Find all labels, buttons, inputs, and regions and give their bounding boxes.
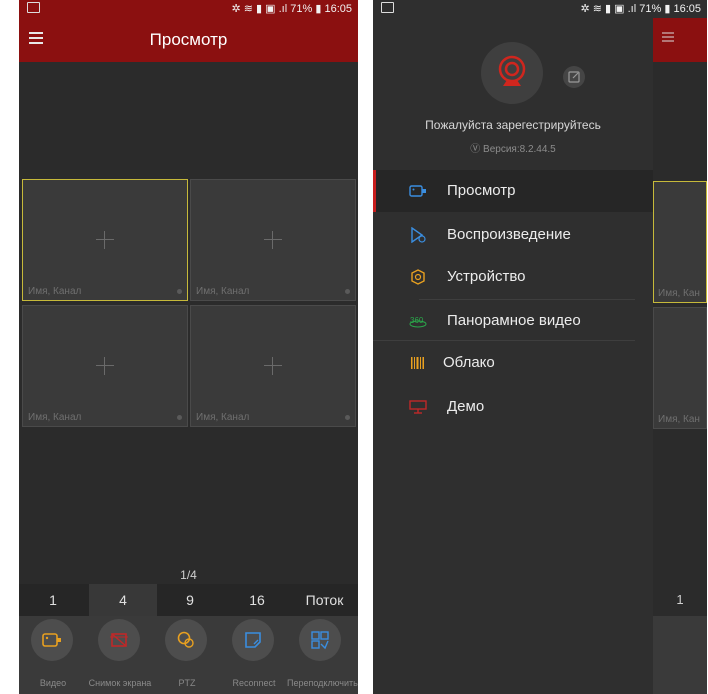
login-prompt[interactable]: Пожалуйста зарегестрируйтесь	[373, 118, 653, 132]
layout-option-1[interactable]: 1	[653, 592, 707, 607]
status-bar: ✲ ≋ ▮ ▣ .ıl 71% ▮ 16:05	[373, 0, 707, 18]
menu-divider	[373, 340, 635, 341]
active-indicator	[373, 170, 376, 212]
webcam-icon	[498, 55, 526, 86]
video-button[interactable]: Видео	[19, 616, 87, 694]
gallery-icon	[381, 2, 394, 13]
page-indicator: 1/4	[180, 568, 197, 582]
version-icon: Ⓥ	[470, 144, 484, 155]
live-view-screen: ✲ ≋ ▮ ▣ .ıl 71% ▮ 16:05 Просмотр Имя, Ка…	[19, 0, 358, 694]
reconnect-all-icon	[311, 631, 329, 650]
channel-label: Имя, Кан	[658, 414, 700, 425]
cloud-barcode-icon	[411, 357, 424, 369]
clock: 16:05	[673, 3, 701, 15]
edit-profile-icon[interactable]	[563, 66, 585, 88]
status-bar: ✲ ≋ ▮ ▣ .ıl 71% ▮ 16:05	[19, 0, 358, 18]
tool-label: PTZ	[178, 678, 196, 688]
battery-level: 71%	[639, 3, 662, 15]
status-icons: ✲ ≋ ▮ ▣ .ıl	[231, 3, 288, 15]
menu-label: Воспроизведение	[447, 226, 571, 243]
video-cell-2[interactable]: Имя, Канал	[190, 179, 356, 301]
menu-item-live-view[interactable]: Просмотр	[373, 170, 653, 212]
menu-item-demo[interactable]: Демо	[373, 386, 653, 428]
video-cell-4[interactable]: Имя, Канал	[190, 305, 356, 427]
layout-option-1[interactable]: 1	[19, 584, 87, 616]
video-cell-1[interactable]: Имя, Канал	[22, 179, 188, 301]
navigation-drawer: Пожалуйста зарегестрируйтесь Ⓥ Версия:8.…	[373, 18, 653, 694]
status-dot-icon	[345, 289, 350, 294]
layout-option-9[interactable]: 9	[157, 584, 223, 616]
status-dot-icon	[177, 289, 182, 294]
ptz-icon	[177, 631, 194, 648]
channel-label: Имя, Канал	[196, 286, 250, 297]
gallery-icon	[27, 2, 40, 13]
menu-label: Облако	[443, 354, 495, 371]
demo-icon	[409, 400, 427, 414]
menu-label: Панорамное видео	[447, 312, 581, 329]
menu-label: Просмотр	[447, 182, 516, 199]
snapshot-icon	[110, 633, 128, 647]
battery-icon: ▮	[315, 3, 322, 15]
video-cell-3[interactable]: Имя, Кан	[653, 307, 707, 429]
device-gear-icon	[411, 269, 425, 285]
drawer-screen: ✲ ≋ ▮ ▣ .ıl 71% ▮ 16:05 Имя, Кан Имя, Ка…	[373, 0, 707, 694]
tool-label: Видео	[39, 678, 67, 688]
video-record-icon	[42, 633, 61, 647]
channel-label: Имя, Канал	[28, 286, 82, 297]
snapshot-button[interactable]: Снимок экрана	[86, 616, 154, 694]
status-dot-icon	[177, 415, 182, 420]
version-info: Ⓥ Версия:8.2.44.5	[373, 140, 653, 155]
add-channel-icon[interactable]	[96, 231, 114, 249]
playback-icon	[411, 227, 426, 243]
live-view-icon	[409, 185, 426, 197]
status-dot-icon	[345, 415, 350, 420]
page-title: Просмотр	[149, 30, 228, 49]
menu-item-device[interactable]: Устройство	[373, 256, 653, 298]
app-bar: Просмотр	[19, 18, 358, 62]
bottom-toolbar	[653, 616, 707, 694]
reconnect-all-button[interactable]: Переподключиться	[287, 616, 358, 694]
menu-label: Демо	[447, 398, 485, 415]
menu-item-cloud[interactable]: Облако	[373, 342, 653, 384]
layout-selector: 1 4 9 16 Поток	[19, 584, 358, 616]
hamburger-menu-icon[interactable]	[662, 32, 674, 42]
reconnect-icon	[245, 632, 261, 648]
channel-label: Имя, Кан	[658, 288, 700, 299]
tool-label: Снимок экрана	[88, 678, 152, 688]
channel-label: Имя, Канал	[28, 412, 82, 423]
menu-label: Устройство	[447, 268, 526, 285]
status-icons: ✲ ≋ ▮ ▣ .ıl	[580, 3, 637, 15]
channel-label: Имя, Канал	[196, 412, 250, 423]
add-channel-icon[interactable]	[264, 357, 282, 375]
video-cell-1[interactable]: Имя, Кан	[653, 181, 707, 303]
bottom-toolbar: Видео Снимок экрана PTZ Reconnect Перепо…	[19, 616, 358, 694]
svg-text:360: 360	[410, 316, 424, 325]
menu-item-playback[interactable]: Воспроизведение	[373, 214, 653, 256]
add-channel-icon[interactable]	[264, 231, 282, 249]
battery-level: 71%	[290, 3, 313, 15]
clock: 16:05	[324, 3, 352, 15]
video-grid: Имя, Канал Имя, Канал Имя, Канал Имя, Ка…	[19, 179, 358, 429]
version-text: Версия:8.2.44.5	[483, 144, 556, 155]
layout-option-4[interactable]: 4	[89, 584, 157, 616]
panorama-360-icon: 360	[409, 316, 427, 328]
battery-icon: ▮	[664, 3, 671, 15]
tool-label: Reconnect	[232, 678, 276, 688]
layout-option-16[interactable]: 16	[223, 584, 291, 616]
ptz-button[interactable]: PTZ	[153, 616, 221, 694]
reconnect-button[interactable]: Reconnect	[220, 616, 288, 694]
video-cell-3[interactable]: Имя, Канал	[22, 305, 188, 427]
status-info: ✲ ≋ ▮ ▣ .ıl 71% ▮ 16:05	[232, 2, 352, 15]
status-info: ✲ ≋ ▮ ▣ .ıl 71% ▮ 16:05	[581, 2, 701, 15]
tool-label: Переподключиться	[287, 678, 358, 688]
menu-item-panorama[interactable]: 360 Панорамное видео	[373, 300, 653, 342]
avatar[interactable]	[481, 42, 543, 104]
layout-option-stream[interactable]: Поток	[291, 584, 358, 616]
add-channel-icon[interactable]	[96, 357, 114, 375]
